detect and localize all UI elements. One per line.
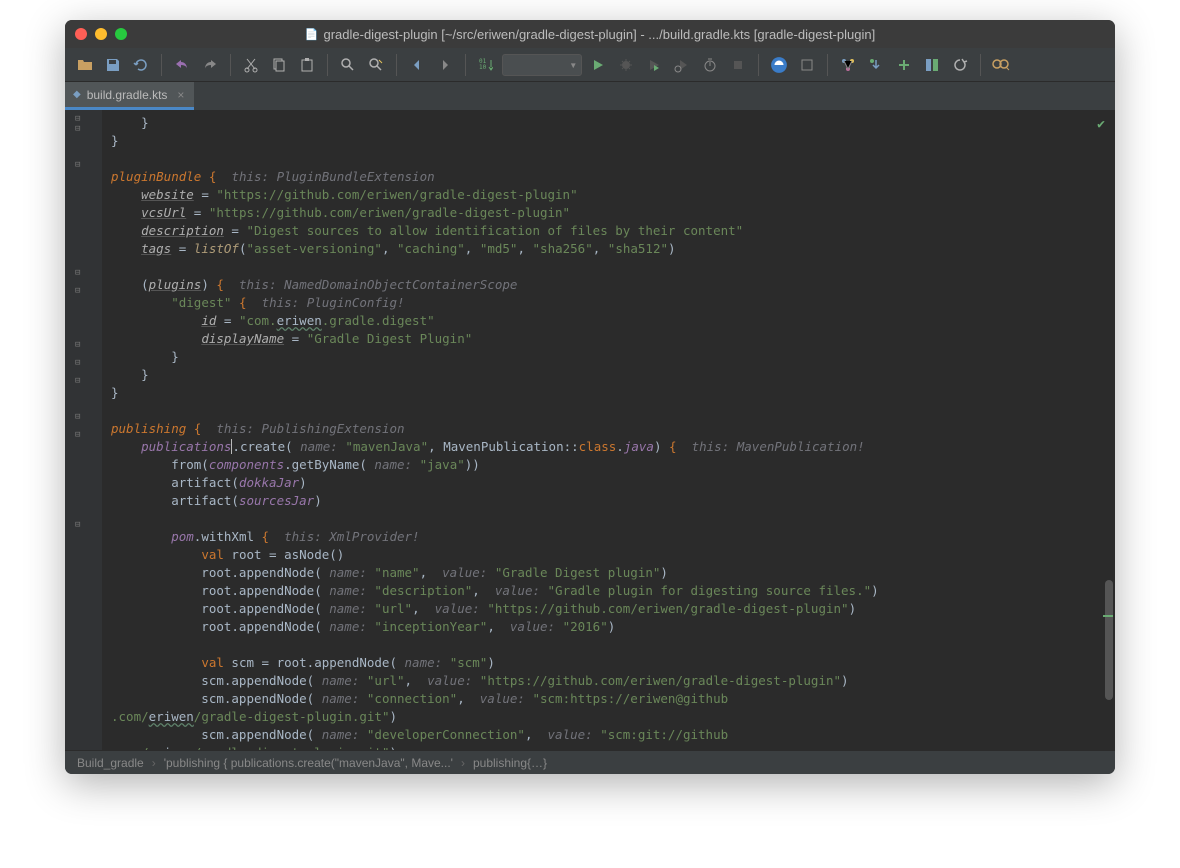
editor-area: ⊟ ⊟ ⊟ ⊟ ⊟ ⊟ ⊟ ⊟ ⊟ ⊟ ⊟ } } pluginBundle {… xyxy=(65,110,1115,750)
breadcrumb-bar: Build_gradle › 'publishing { publication… xyxy=(65,750,1115,774)
bits-icon[interactable]: 0110 xyxy=(474,53,498,77)
svg-text:10: 10 xyxy=(479,64,487,71)
breadcrumb-sep: › xyxy=(461,756,465,770)
browser-icon[interactable] xyxy=(767,53,791,77)
cut-icon[interactable] xyxy=(239,53,263,77)
code-editor[interactable]: } } pluginBundle { this: PluginBundleExt… xyxy=(103,110,1115,750)
redo-icon[interactable] xyxy=(198,53,222,77)
debug-icon[interactable] xyxy=(614,53,638,77)
run-config-select[interactable]: ▾ xyxy=(502,54,582,76)
window-title-text: gradle-digest-plugin [~/src/eriwen/gradl… xyxy=(323,27,875,42)
open-icon[interactable] xyxy=(73,53,97,77)
search-icon[interactable] xyxy=(364,53,388,77)
coverage-icon[interactable] xyxy=(642,53,666,77)
revert-icon[interactable] xyxy=(948,53,972,77)
editor-tabs: ◆ build.gradle.kts × xyxy=(65,82,1115,110)
breadcrumb-sep: › xyxy=(152,756,156,770)
save-icon[interactable] xyxy=(101,53,125,77)
inspect-icon[interactable] xyxy=(989,53,1013,77)
forward-icon[interactable] xyxy=(433,53,457,77)
stopwatch-icon[interactable] xyxy=(698,53,722,77)
minimize-window-button[interactable] xyxy=(95,28,107,40)
diff-icon[interactable] xyxy=(920,53,944,77)
breadcrumb-item[interactable]: 'publishing { publications.create("maven… xyxy=(164,756,453,770)
profiler-icon[interactable] xyxy=(670,53,694,77)
play-icon[interactable] xyxy=(586,53,610,77)
graph-icon[interactable] xyxy=(836,53,860,77)
close-tab-icon[interactable]: × xyxy=(177,88,184,102)
ide-window: 📄 gradle-digest-plugin [~/src/eriwen/gra… xyxy=(65,20,1115,774)
copy-icon[interactable] xyxy=(267,53,291,77)
traffic-lights xyxy=(75,28,127,40)
zoom-icon[interactable] xyxy=(336,53,360,77)
paste-icon[interactable] xyxy=(295,53,319,77)
jira-icon[interactable] xyxy=(795,53,819,77)
tab-build-gradle-kts[interactable]: ◆ build.gradle.kts × xyxy=(65,82,194,110)
titlebar: 📄 gradle-digest-plugin [~/src/eriwen/gra… xyxy=(65,20,1115,48)
undo-icon[interactable] xyxy=(170,53,194,77)
kotlin-file-icon: ◆ xyxy=(73,89,81,100)
file-icon: 📄 xyxy=(305,28,319,41)
main-toolbar: 0110 ▾ xyxy=(65,48,1115,82)
stop-icon[interactable] xyxy=(726,53,750,77)
gutter[interactable]: ⊟ ⊟ ⊟ ⊟ ⊟ ⊟ ⊟ ⊟ ⊟ ⊟ ⊟ xyxy=(65,110,103,750)
window-title: 📄 gradle-digest-plugin [~/src/eriwen/gra… xyxy=(65,27,1115,42)
back-icon[interactable] xyxy=(405,53,429,77)
breadcrumb-item[interactable]: publishing{…} xyxy=(473,756,547,770)
breadcrumb-item[interactable]: Build_gradle xyxy=(77,756,144,770)
zoom-window-button[interactable] xyxy=(115,28,127,40)
pull-icon[interactable] xyxy=(864,53,888,77)
refresh-icon[interactable] xyxy=(129,53,153,77)
tab-label: build.gradle.kts xyxy=(87,88,168,102)
marker-strip[interactable] xyxy=(1101,110,1115,750)
add-icon[interactable] xyxy=(892,53,916,77)
close-window-button[interactable] xyxy=(75,28,87,40)
